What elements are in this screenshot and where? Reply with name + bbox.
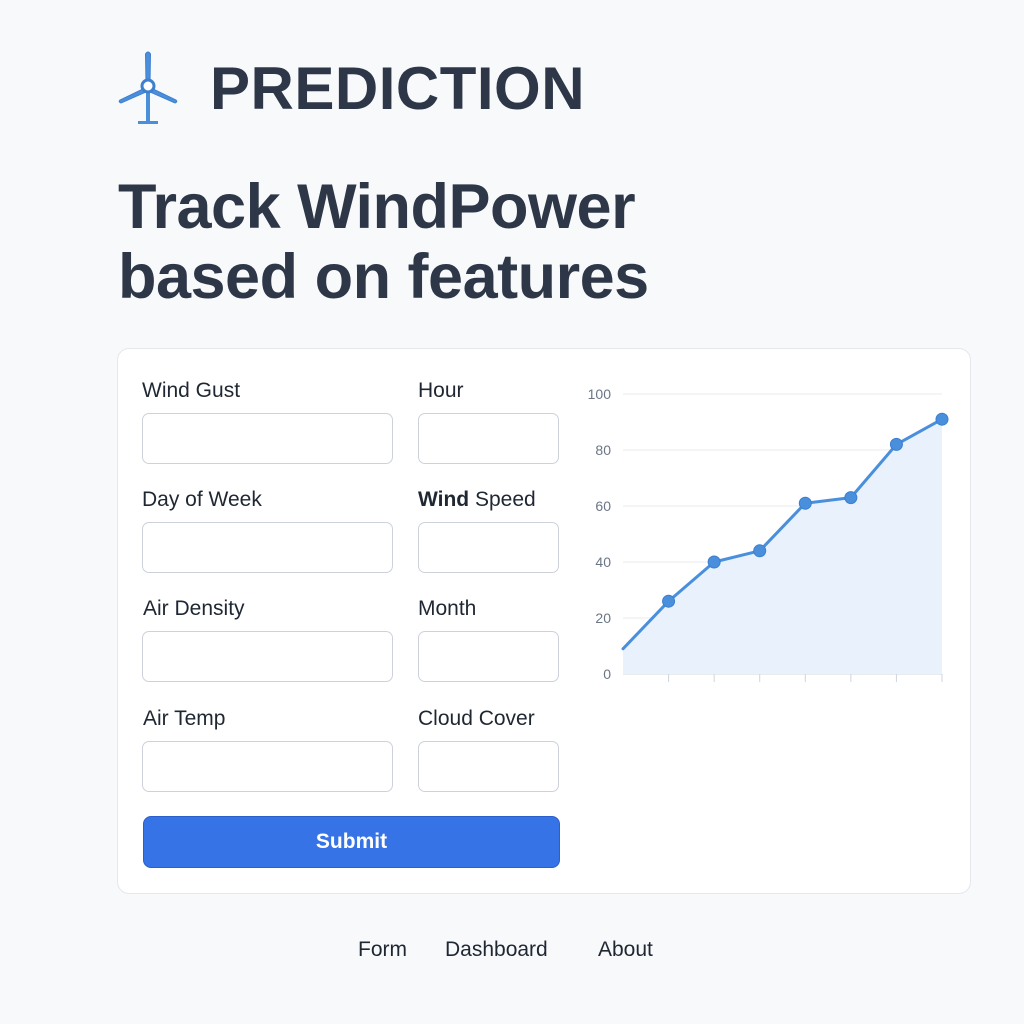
prediction-card: Wind Gust Hour Day of Week Wind Speed Ai… (117, 348, 971, 894)
y-tick-label: 40 (595, 554, 611, 570)
brand-title: PREDICTION (210, 55, 586, 122)
data-point (753, 544, 767, 558)
data-point (935, 412, 949, 426)
wind-speed-label-rest: Speed (469, 488, 536, 511)
data-point (844, 491, 858, 505)
month-input[interactable] (418, 631, 559, 682)
nav-link-about[interactable]: About (598, 938, 653, 962)
data-point (662, 594, 676, 608)
nav-link-form[interactable]: Form (358, 938, 407, 962)
day-of-week-input[interactable] (142, 522, 393, 573)
wind-gust-label: Wind Gust (142, 379, 241, 402)
header: PREDICTION (116, 50, 585, 128)
y-tick-label: 60 (595, 498, 611, 514)
wind-speed-label: Wind Speed (418, 488, 536, 512)
headline-line-2: based on features (118, 242, 649, 312)
day-of-week-label: Day of Week (142, 488, 262, 511)
cloud-cover-input[interactable] (418, 741, 559, 792)
wind-speed-input[interactable] (418, 522, 559, 573)
y-tick-label: 0 (603, 666, 611, 682)
page-headline: Track WindPower based on features (118, 172, 649, 312)
air-temp-label: Air Temp (143, 707, 226, 730)
wind-speed-label-bold: Wind (418, 488, 470, 511)
submit-button[interactable]: Submit (143, 816, 560, 868)
data-point (707, 555, 721, 569)
hour-input[interactable] (418, 413, 559, 464)
series-area (623, 419, 942, 674)
wind-gust-input[interactable] (142, 413, 393, 464)
cloud-cover-label: Cloud Cover (418, 707, 535, 730)
data-point (798, 496, 812, 510)
air-density-input[interactable] (142, 631, 393, 682)
data-point (889, 437, 903, 451)
wind-power-line-chart: 0 20 40 60 80 100 (588, 386, 949, 682)
nav-link-dashboard[interactable]: Dashboard (445, 938, 548, 962)
y-tick-label: 20 (595, 610, 611, 626)
y-tick-label: 80 (595, 442, 611, 458)
month-label: Month (418, 597, 477, 620)
air-temp-input[interactable] (142, 741, 393, 792)
headline-line-1: Track WindPower (118, 172, 636, 242)
hour-label: Hour (418, 379, 464, 402)
air-density-label: Air Density (143, 597, 245, 620)
y-tick-label: 100 (588, 386, 612, 402)
wind-turbine-icon (118, 51, 178, 124)
